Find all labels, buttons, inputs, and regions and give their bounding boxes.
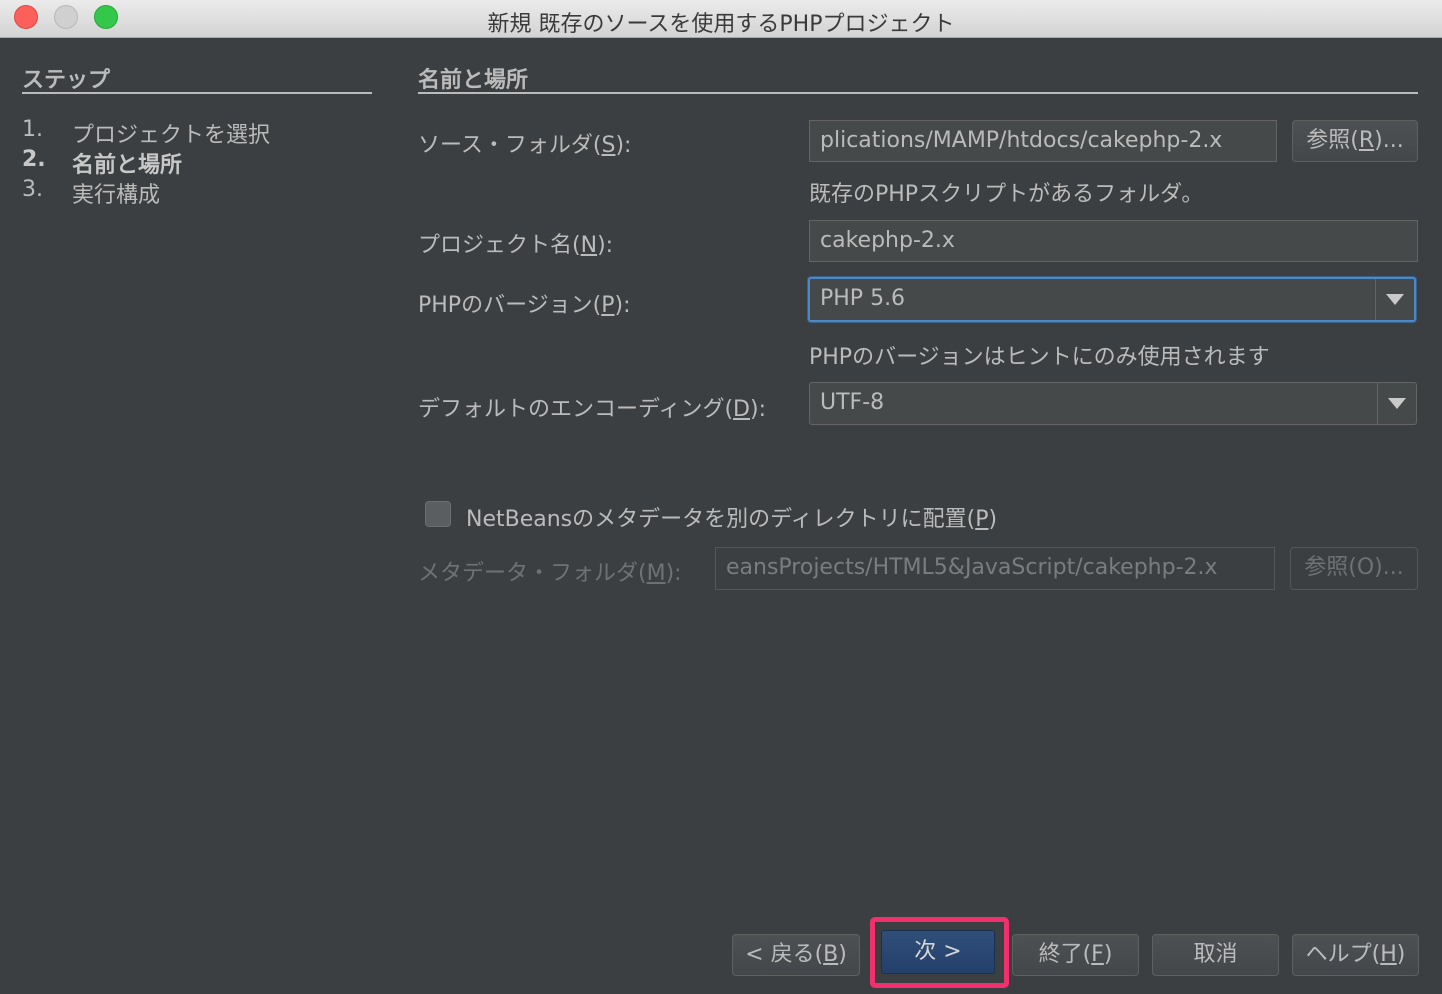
cancel-button[interactable]: 取消: [1152, 934, 1279, 976]
php-version-label: PHPのバージョン(P):: [418, 293, 631, 318]
encoding-select[interactable]: UTF-8: [809, 382, 1417, 425]
source-folder-hint: 既存のPHPスクリプトがあるフォルダ。: [809, 182, 1204, 207]
step-item-name-location: 2. 名前と場所: [22, 147, 183, 178]
php-version-dropdown-button[interactable]: [1375, 279, 1414, 320]
project-name-field[interactable]: cakephp-2.x: [809, 220, 1418, 262]
steps-divider: [22, 92, 372, 94]
title-bar: 新規 既存のソースを使用するPHPプロジェクト: [0, 0, 1442, 38]
project-name-label: プロジェクト名(N):: [418, 233, 614, 258]
chevron-down-icon: [1386, 294, 1404, 305]
metadata-folder-label: メタデータ・フォルダ(M):: [418, 561, 682, 586]
encoding-label: デフォルトのエンコーディング(D):: [418, 397, 766, 422]
steps-header: ステップ: [22, 68, 111, 93]
window-title: 新規 既存のソースを使用するPHPプロジェクト: [487, 12, 955, 37]
php-version-hint: PHPのバージョンはヒントにのみ使用されます: [809, 345, 1270, 370]
source-folder-field[interactable]: plications/MAMP/htdocs/cakephp-2.x: [809, 120, 1277, 162]
encoding-dropdown-button[interactable]: [1377, 383, 1416, 424]
metadata-separate-label[interactable]: NetBeansのメタデータを別のディレクトリに配置(P): [466, 501, 997, 533]
step-item-run-config: 3. 実行構成: [22, 177, 161, 208]
metadata-separate-checkbox[interactable]: [425, 501, 451, 527]
source-folder-label: ソース・フォルダ(S):: [418, 133, 632, 158]
back-button[interactable]: < 戻る(B): [732, 934, 860, 976]
help-button[interactable]: ヘルプ(H): [1292, 934, 1419, 976]
panel-header: 名前と場所: [418, 68, 529, 93]
chevron-down-icon: [1388, 398, 1406, 409]
step-item-select-project: 1. プロジェクトを選択: [22, 117, 271, 148]
next-button[interactable]: 次 >: [881, 930, 995, 974]
metadata-folder-field[interactable]: eansProjects/HTML5&JavaScript/cakephp-2.…: [715, 547, 1275, 590]
browse-source-button[interactable]: 参照(R)...: [1292, 120, 1418, 162]
panel-divider: [418, 92, 1418, 94]
browse-metadata-button[interactable]: 参照(O)...: [1290, 547, 1418, 590]
finish-button[interactable]: 終了(F): [1012, 934, 1139, 976]
php-version-select[interactable]: PHP 5.6: [808, 277, 1416, 322]
